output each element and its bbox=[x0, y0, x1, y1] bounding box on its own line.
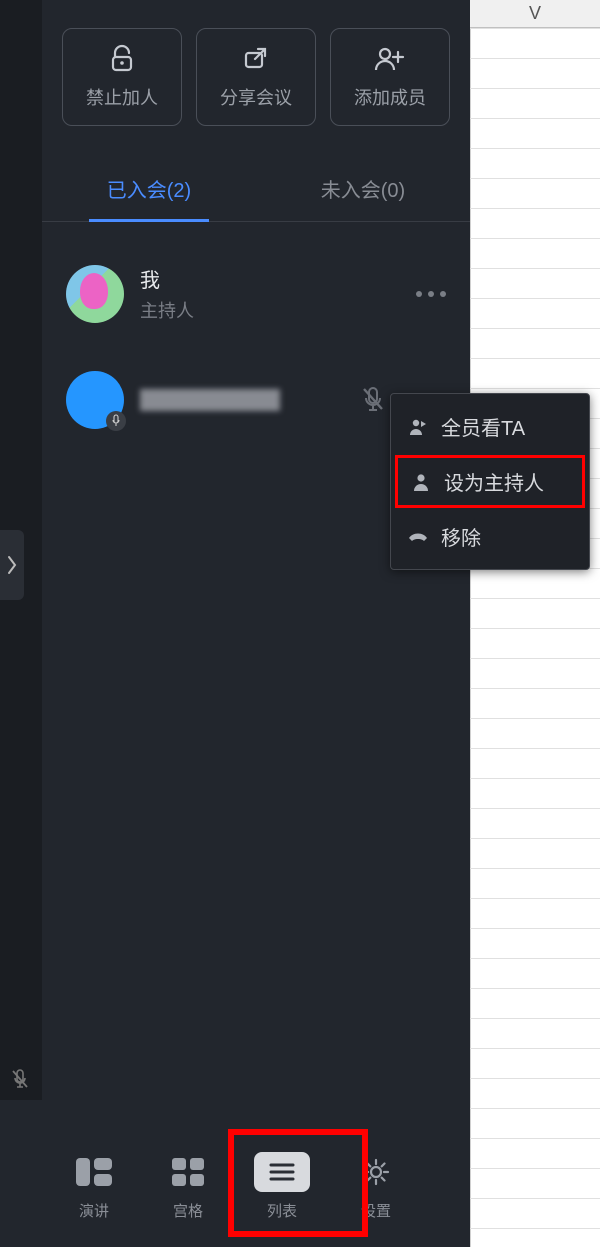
participant-name-redacted bbox=[140, 389, 280, 411]
person-icon bbox=[410, 472, 432, 492]
mic-muted-icon bbox=[10, 1068, 30, 1092]
participant-row[interactable]: 我 主持人 bbox=[42, 252, 470, 335]
person-view-icon bbox=[407, 417, 429, 437]
view-speaker-label: 演讲 bbox=[79, 1200, 109, 1221]
add-user-icon bbox=[373, 44, 407, 74]
view-grid-label: 宫格 bbox=[173, 1200, 203, 1221]
panel-content: 禁止加人 分享会议 添加成员 已入会(2) 未入会(0) bbox=[42, 0, 470, 1247]
speaker-view-icon bbox=[66, 1152, 122, 1192]
menu-remove[interactable]: 移除 bbox=[391, 510, 589, 563]
settings-label: 设置 bbox=[361, 1200, 391, 1221]
settings-button[interactable]: 设置 bbox=[338, 1144, 414, 1229]
mic-badge-icon bbox=[106, 411, 126, 431]
tab-joined[interactable]: 已入会(2) bbox=[42, 160, 256, 221]
more-options-button[interactable] bbox=[416, 291, 446, 297]
panel-collapse-strip bbox=[0, 0, 42, 1100]
participant-context-menu: 全员看TA 设为主持人 移除 bbox=[390, 393, 590, 570]
menu-remove-label: 移除 bbox=[441, 522, 481, 551]
participant-info: 我 主持人 bbox=[140, 264, 194, 323]
gear-icon bbox=[348, 1152, 404, 1192]
participant-info bbox=[140, 389, 280, 411]
lock-meeting-label: 禁止加人 bbox=[86, 84, 158, 110]
participant-tabs: 已入会(2) 未入会(0) bbox=[42, 142, 470, 222]
menu-spotlight[interactable]: 全员看TA bbox=[391, 400, 589, 453]
menu-make-host-label: 设为主持人 bbox=[444, 467, 544, 496]
share-icon bbox=[241, 44, 271, 74]
participants-panel: 禁止加人 分享会议 添加成员 已入会(2) 未入会(0) bbox=[0, 0, 470, 1247]
add-member-button[interactable]: 添加成员 bbox=[330, 28, 450, 126]
view-mode-bar: 演讲 宫格 列表 设置 bbox=[0, 1125, 470, 1247]
participant-role: 主持人 bbox=[140, 297, 194, 323]
share-meeting-button[interactable]: 分享会议 bbox=[196, 28, 316, 126]
spreadsheet-backdrop: V bbox=[470, 0, 600, 1247]
unlock-icon bbox=[107, 44, 137, 74]
view-list-button[interactable]: 列表 bbox=[244, 1144, 320, 1229]
view-grid-button[interactable]: 宫格 bbox=[150, 1144, 226, 1229]
avatar bbox=[66, 265, 124, 323]
top-actions-row: 禁止加人 分享会议 添加成员 bbox=[42, 0, 470, 142]
hangup-icon bbox=[407, 530, 429, 544]
tab-not-joined[interactable]: 未入会(0) bbox=[256, 160, 470, 221]
participant-name: 我 bbox=[140, 264, 194, 293]
list-view-icon bbox=[254, 1152, 310, 1192]
column-header-v: V bbox=[470, 0, 600, 28]
menu-spotlight-label: 全员看TA bbox=[441, 412, 525, 441]
share-meeting-label: 分享会议 bbox=[220, 84, 292, 110]
view-speaker-button[interactable]: 演讲 bbox=[56, 1144, 132, 1229]
add-member-label: 添加成员 bbox=[354, 84, 426, 110]
mic-muted-icon bbox=[360, 385, 386, 415]
lock-meeting-button[interactable]: 禁止加人 bbox=[62, 28, 182, 126]
menu-make-host[interactable]: 设为主持人 bbox=[395, 455, 585, 508]
avatar bbox=[66, 371, 124, 429]
view-list-label: 列表 bbox=[267, 1200, 297, 1221]
expand-handle[interactable] bbox=[0, 530, 24, 600]
grid-view-icon bbox=[160, 1152, 216, 1192]
